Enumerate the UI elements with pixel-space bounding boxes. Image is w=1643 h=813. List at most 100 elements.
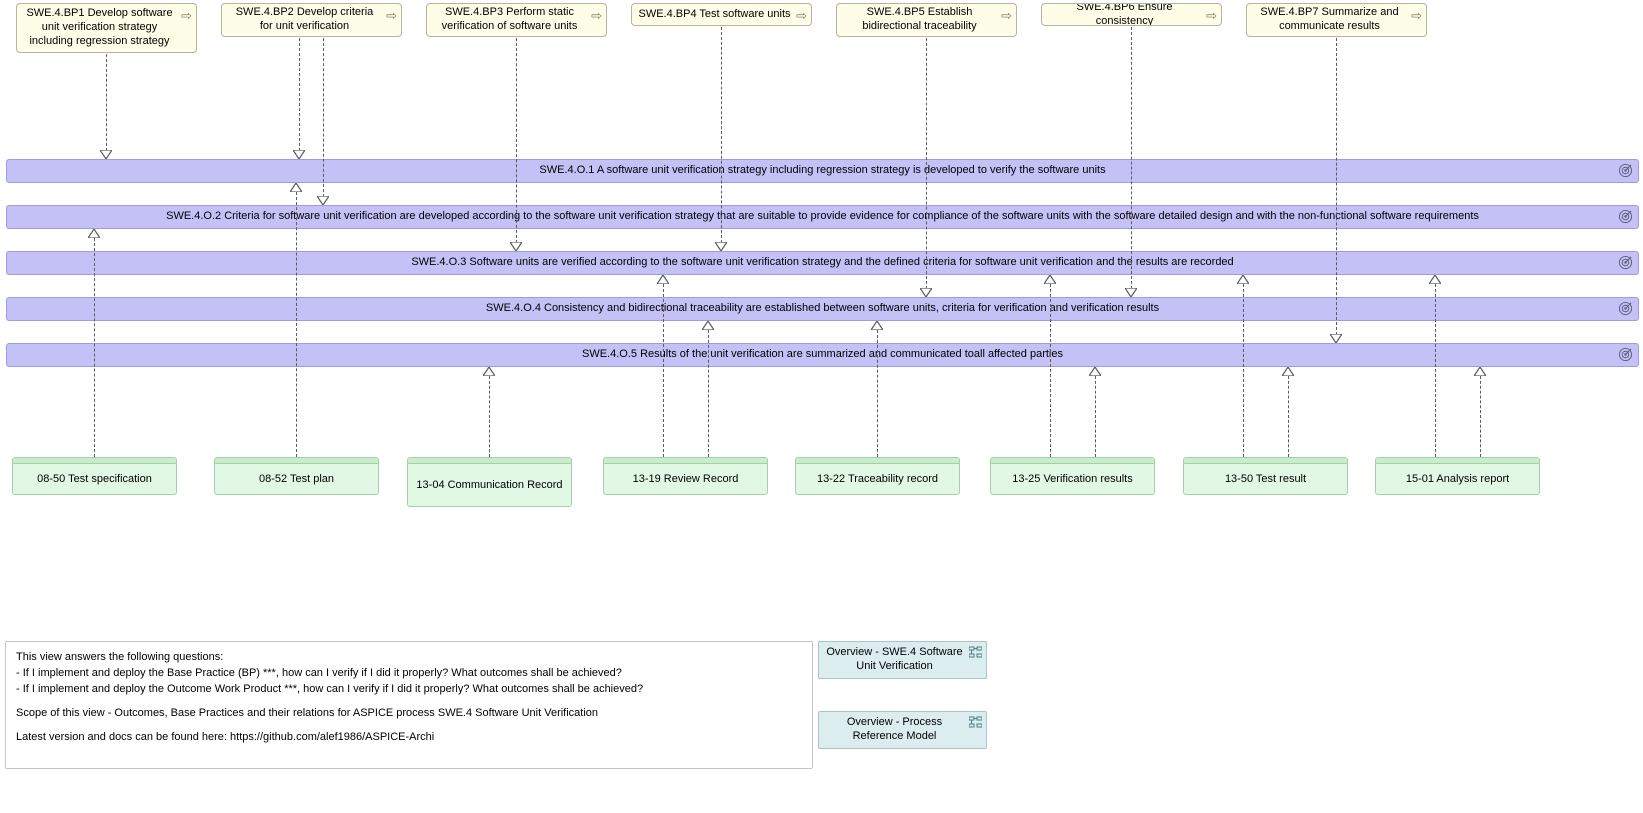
wp-box-2[interactable]: 08-52 Test plan (214, 457, 379, 495)
bp-label: SWE.4.BP5 Establish bidirectional tracea… (843, 8, 996, 32)
connector (106, 54, 107, 151)
arrowhead-up-icon (1237, 275, 1249, 284)
arrow-icon: ⇨ (796, 8, 807, 24)
target-icon (1618, 209, 1633, 227)
connector (1288, 376, 1289, 457)
view-icon (969, 646, 982, 662)
view-label: Overview - SWE.4 Software Unit Verificat… (825, 646, 964, 674)
wp-label: 13-04 Communication Record (408, 464, 571, 507)
connector (663, 284, 664, 457)
wp-box-3[interactable]: 13-04 Communication Record (407, 457, 572, 507)
bp-box-7[interactable]: ⇨ SWE.4.BP7 Summarize and communicate re… (1246, 3, 1427, 37)
connector (94, 238, 95, 457)
bp-label: SWE.4.BP3 Perform static verification of… (433, 8, 586, 32)
wp-label: 13-19 Review Record (604, 464, 767, 495)
connector (708, 330, 709, 457)
arrowhead-up-icon (290, 183, 302, 192)
arrowhead-up-icon (1474, 367, 1486, 376)
info-note: This view answers the following question… (5, 641, 813, 769)
wp-box-7[interactable]: 13-50 Test result (1183, 457, 1348, 495)
view-icon (969, 716, 982, 732)
outcome-label: SWE.4.O.3 Software units are verified ac… (411, 256, 1233, 269)
outcome-bar-3[interactable]: SWE.4.O.3 Software units are verified ac… (6, 251, 1639, 275)
note-line: - If I implement and deploy the Outcome … (16, 682, 802, 698)
arrowhead-up-icon (1429, 275, 1441, 284)
connector (1243, 284, 1244, 457)
connector (1050, 284, 1051, 457)
outcome-label: SWE.4.O.4 Consistency and bidirectional … (486, 302, 1159, 315)
wp-box-8[interactable]: 15-01 Analysis report (1375, 457, 1540, 495)
wp-box-1[interactable]: 08-50 Test specification (12, 457, 177, 495)
note-line: This view answers the following question… (16, 650, 802, 666)
arrow-icon: ⇨ (181, 8, 192, 24)
note-line: - If I implement and deploy the Base Pra… (16, 666, 802, 682)
connector (721, 27, 722, 243)
connector (926, 38, 927, 289)
outcome-bar-2[interactable]: SWE.4.O.2 Criteria for software unit ver… (6, 205, 1639, 229)
arrow-icon: ⇨ (591, 8, 602, 24)
connector (1480, 376, 1481, 457)
bp-box-3[interactable]: ⇨ SWE.4.BP3 Perform static verification … (426, 3, 607, 37)
outcome-bar-1[interactable]: SWE.4.O.1 A software unit verification s… (6, 159, 1639, 183)
arrowhead-down-icon (510, 242, 522, 251)
outcome-label: SWE.4.O.2 Criteria for software unit ver… (166, 210, 1479, 223)
connector (1131, 27, 1132, 289)
view-link-1[interactable]: Overview - SWE.4 Software Unit Verificat… (818, 641, 987, 679)
arrow-icon: ⇨ (1001, 8, 1012, 24)
connector (296, 192, 297, 457)
connector (877, 330, 878, 457)
connector (516, 38, 517, 243)
wp-label: 15-01 Analysis report (1376, 464, 1539, 495)
connector (1336, 38, 1337, 335)
arrowhead-up-icon (871, 321, 883, 330)
outcome-label: SWE.4.O.5 Results of the unit verificati… (582, 348, 1063, 361)
wp-box-5[interactable]: 13-22 Traceability record (795, 457, 960, 495)
arrowhead-up-icon (483, 367, 495, 376)
arrowhead-up-icon (88, 229, 100, 238)
connector (1095, 376, 1096, 457)
bp-box-6[interactable]: ⇨ SWE.4.BP6 Ensure consistency (1041, 3, 1222, 26)
arrow-icon: ⇨ (1411, 8, 1422, 24)
arrowhead-up-icon (657, 275, 669, 284)
wp-label: 08-52 Test plan (215, 464, 378, 495)
bp-box-1[interactable]: ⇨ SWE.4.BP1 Develop software unit verifi… (16, 3, 197, 53)
bp-label: SWE.4.BP4 Test software units (638, 8, 791, 21)
bp-label: SWE.4.BP7 Summarize and communicate resu… (1253, 8, 1406, 32)
arrow-icon: ⇨ (386, 8, 397, 24)
outcome-bar-4[interactable]: SWE.4.O.4 Consistency and bidirectional … (6, 297, 1639, 321)
arrowhead-up-icon (702, 321, 714, 330)
target-icon (1618, 255, 1633, 273)
wp-box-4[interactable]: 13-19 Review Record (603, 457, 768, 495)
connector (323, 38, 324, 197)
arrowhead-up-icon (1044, 275, 1056, 284)
note-line: Latest version and docs can be found her… (16, 730, 802, 746)
bp-label: SWE.4.BP1 Develop software unit verifica… (23, 8, 176, 48)
target-icon (1618, 163, 1633, 181)
arrowhead-down-icon (1125, 288, 1137, 297)
connector (489, 376, 490, 457)
target-icon (1618, 347, 1633, 365)
outcome-label: SWE.4.O.1 A software unit verification s… (539, 164, 1105, 177)
arrowhead-down-icon (920, 288, 932, 297)
arrowhead-up-icon (1282, 367, 1294, 376)
wp-label: 08-50 Test specification (13, 464, 176, 495)
wp-label: 13-50 Test result (1184, 464, 1347, 495)
arrowhead-down-icon (293, 150, 305, 159)
bp-label: SWE.4.BP6 Ensure consistency (1048, 8, 1201, 21)
arrowhead-down-icon (1330, 334, 1342, 343)
note-line: Scope of this view - Outcomes, Base Prac… (16, 706, 802, 722)
bp-box-4[interactable]: ⇨ SWE.4.BP4 Test software units (631, 3, 812, 26)
bp-box-5[interactable]: ⇨ SWE.4.BP5 Establish bidirectional trac… (836, 3, 1017, 37)
outcome-bar-5[interactable]: SWE.4.O.5 Results of the unit verificati… (6, 343, 1639, 367)
connector (299, 38, 300, 151)
wp-label: 13-22 Traceability record (796, 464, 959, 495)
bp-label: SWE.4.BP2 Develop criteria for unit veri… (228, 8, 381, 32)
view-link-2[interactable]: Overview - Process Reference Model (818, 711, 987, 749)
arrow-icon: ⇨ (1206, 8, 1217, 24)
bp-box-2[interactable]: ⇨ SWE.4.BP2 Develop criteria for unit ve… (221, 3, 402, 37)
wp-box-6[interactable]: 13-25 Verification results (990, 457, 1155, 495)
arrowhead-up-icon (1089, 367, 1101, 376)
connector (1435, 284, 1436, 457)
target-icon (1618, 301, 1633, 319)
arrowhead-down-icon (715, 242, 727, 251)
